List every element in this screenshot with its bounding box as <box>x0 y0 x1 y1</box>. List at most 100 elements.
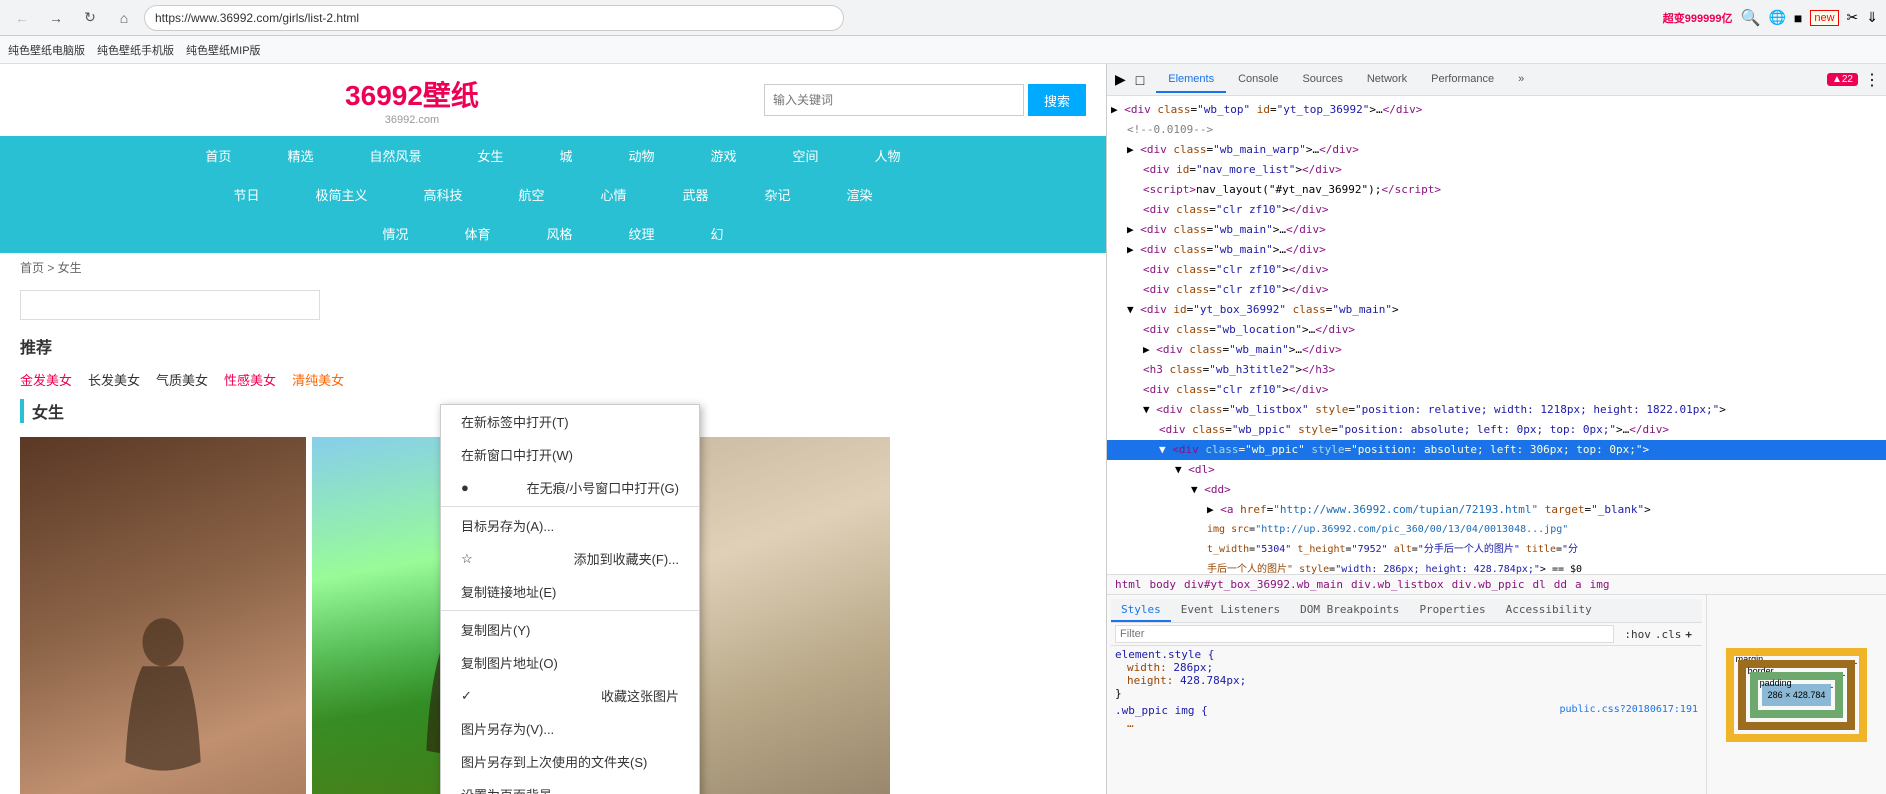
hov-button[interactable]: :hov <box>1624 628 1651 641</box>
tree-div-wb-ppic-0[interactable]: <div class="wb_ppic" style="position: ab… <box>1107 420 1886 440</box>
tab-elements[interactable]: Elements <box>1156 67 1226 93</box>
tab-performance[interactable]: Performance <box>1419 67 1506 93</box>
style-source-link[interactable]: public.css?20180617:191 <box>1560 704 1698 717</box>
nav-people[interactable]: 人物 <box>847 136 929 175</box>
bc-img[interactable]: img <box>1590 578 1610 591</box>
tree-div-wb-location[interactable]: <div class="wb_location">…</div> <box>1107 320 1886 340</box>
devtools-menu-icon[interactable]: ⋮ <box>1862 68 1882 92</box>
tag-elegant[interactable]: 气质美女 <box>156 370 208 389</box>
tree-dl[interactable]: ▼ <dl> <box>1107 460 1886 480</box>
back-button[interactable]: ← <box>8 4 36 32</box>
nav-animals[interactable]: 动物 <box>601 136 683 175</box>
nav-minimal[interactable]: 极简主义 <box>287 175 395 214</box>
new-icon[interactable]: new <box>1810 10 1838 26</box>
tab-event-listeners[interactable]: Event Listeners <box>1171 599 1290 622</box>
tag-sexy[interactable]: 性感美女 <box>224 370 276 389</box>
ctx-add-bookmark[interactable]: ☆ 添加到收藏夹(F)... <box>441 542 699 575</box>
address-bar[interactable]: https://www.36992.com/girls/list-2.html <box>144 5 844 31</box>
devtools-inspect-icon[interactable]: □ <box>1132 70 1148 90</box>
ctx-copy-image[interactable]: 复制图片(Y) <box>441 613 699 646</box>
tree-div-yt-box[interactable]: ▼ <div id="yt_box_36992" class="wb_main"… <box>1107 300 1886 320</box>
ctx-copy-link[interactable]: 复制链接地址(E) <box>441 575 699 608</box>
nav-render[interactable]: 渲染 <box>819 175 901 214</box>
home-button[interactable]: ⌂ <box>110 4 138 32</box>
search-input[interactable] <box>764 84 1024 116</box>
nav-games[interactable]: 游戏 <box>683 136 765 175</box>
tree-div-wb-ppic-1-selected[interactable]: ▼ <div class="wb_ppic" style="position: … <box>1107 440 1886 460</box>
refresh-button[interactable]: ↻ <box>76 4 104 32</box>
tag-long-hair[interactable]: 长发美女 <box>88 370 140 389</box>
grid-icon[interactable]: ■ <box>1794 10 1802 26</box>
tree-script-nav[interactable]: <script>nav_layout("#yt_nav_36992");</sc… <box>1107 180 1886 200</box>
tab-network[interactable]: Network <box>1355 67 1419 93</box>
tree-div-wb-main-warp[interactable]: ▶ <div class="wb_main_warp">…</div> <box>1107 140 1886 160</box>
ctx-open-newtab[interactable]: 在新标签中打开(T) <box>441 405 699 438</box>
tree-div-clr-1[interactable]: <div class="clr zf10"></div> <box>1107 200 1886 220</box>
tab-styles[interactable]: Styles <box>1111 599 1171 622</box>
bc-html[interactable]: html <box>1115 578 1142 591</box>
tree-img-attrs[interactable]: t_width="5304" t_height="7952" alt="分手后一… <box>1107 540 1886 560</box>
nav-selected[interactable]: 精选 <box>259 136 341 175</box>
tree-div-clr-2[interactable]: <div class="clr zf10"></div> <box>1107 260 1886 280</box>
tag-gold-hair[interactable]: 金发美女 <box>20 370 72 389</box>
tree-img-src[interactable]: img src="http://up.36992.com/pic_360/00/… <box>1107 520 1886 540</box>
tag-pure[interactable]: 清纯美女 <box>292 370 344 389</box>
tree-img-style[interactable]: 手后一个人的图片" style="width: 286px; height: 4… <box>1107 560 1886 574</box>
tab-more[interactable]: » <box>1506 67 1536 93</box>
translate-icon[interactable]: 🌐 <box>1768 9 1785 26</box>
scissors-icon[interactable]: ✂ <box>1847 9 1859 26</box>
tree-div-wb-main-1[interactable]: ▶ <div class="wb_main">…</div> <box>1107 220 1886 240</box>
cls-button[interactable]: .cls <box>1655 628 1682 641</box>
tree-div-nav-more-list[interactable]: <div id="nav_more_list"></div> <box>1107 160 1886 180</box>
tab-accessibility[interactable]: Accessibility <box>1496 599 1602 622</box>
bc-dd[interactable]: dd <box>1554 578 1567 591</box>
html-tree[interactable]: ▶ <div class="wb_top" id="yt_top_36992">… <box>1107 96 1886 574</box>
nav-city[interactable]: 城 <box>531 136 600 175</box>
nav-notes[interactable]: 杂记 <box>737 175 819 214</box>
nav-nature[interactable]: 自然风景 <box>341 136 449 175</box>
ctx-open-incognito[interactable]: ● 在无痕/小号窗口中打开(G) <box>441 471 699 504</box>
bc-dl[interactable]: dl <box>1533 578 1546 591</box>
tab-console[interactable]: Console <box>1226 67 1290 93</box>
ctx-copy-image-addr[interactable]: 复制图片地址(O) <box>441 646 699 679</box>
nav-situation[interactable]: 情况 <box>354 214 436 253</box>
nav-illusion[interactable]: 幻 <box>683 214 752 253</box>
ctx-open-newwin[interactable]: 在新窗口中打开(W) <box>441 438 699 471</box>
bc-div-wb-listbox[interactable]: div.wb_listbox <box>1351 578 1444 591</box>
nav-home[interactable]: 首页 <box>177 136 259 175</box>
devtools-cursor-icon[interactable]: ▶ <box>1111 69 1130 90</box>
search-button[interactable]: 搜索 <box>1028 84 1086 116</box>
bookmark-wallpaper-pc[interactable]: 纯色壁纸电脑版 <box>8 42 85 58</box>
nav-sports[interactable]: 体育 <box>436 214 518 253</box>
bc-body[interactable]: body <box>1150 578 1177 591</box>
nav-aviation[interactable]: 航空 <box>490 175 572 214</box>
tab-dom-breakpoints[interactable]: DOM Breakpoints <box>1290 599 1409 622</box>
bc-div-yt-box[interactable]: div#yt_box_36992.wb_main <box>1184 578 1343 591</box>
tree-div-wb-top[interactable]: ▶ <div class="wb_top" id="yt_top_36992">… <box>1107 100 1886 120</box>
nav-style[interactable]: 风格 <box>518 214 600 253</box>
nav-tech[interactable]: 高科技 <box>395 175 490 214</box>
tree-div-wb-main-3[interactable]: ▶ <div class="wb_main">…</div> <box>1107 340 1886 360</box>
bookmark-wallpaper-mip[interactable]: 纯色壁纸MIP版 <box>186 42 261 58</box>
nav-mood[interactable]: 心情 <box>573 175 655 214</box>
ctx-collect-image[interactable]: ✓ 收藏这张图片 <box>441 679 699 712</box>
nav-girls[interactable]: 女生 <box>449 136 531 175</box>
tab-properties-dt[interactable]: Properties <box>1409 599 1495 622</box>
add-style-button[interactable]: + <box>1685 628 1692 641</box>
ctx-save-image-last[interactable]: 图片另存到上次使用的文件夹(S) <box>441 745 699 778</box>
tree-div-clr-4[interactable]: <div class="clr zf10"></div> <box>1107 380 1886 400</box>
image-1[interactable] <box>20 437 306 794</box>
tree-div-clr-3[interactable]: <div class="clr zf10"></div> <box>1107 280 1886 300</box>
nav-weapons[interactable]: 武器 <box>655 175 737 214</box>
nav-texture[interactable]: 纹理 <box>601 214 683 253</box>
forward-button[interactable]: → <box>42 4 70 32</box>
nav-space[interactable]: 空间 <box>765 136 847 175</box>
tree-dd[interactable]: ▼ <dd> <box>1107 480 1886 500</box>
error-count[interactable]: ▲22 <box>1827 73 1858 86</box>
ctx-save-target[interactable]: 目标另存为(A)... <box>441 509 699 542</box>
search-icon[interactable]: 🔍 <box>1741 8 1761 28</box>
bc-div-wb-ppic[interactable]: div.wb_ppic <box>1452 578 1525 591</box>
download-icon[interactable]: ⇓ <box>1866 9 1878 26</box>
ctx-set-background[interactable]: 设置为页面背景 <box>441 778 699 794</box>
tree-a[interactable]: ▶ <a href="http://www.36992.com/tupian/7… <box>1107 500 1886 520</box>
